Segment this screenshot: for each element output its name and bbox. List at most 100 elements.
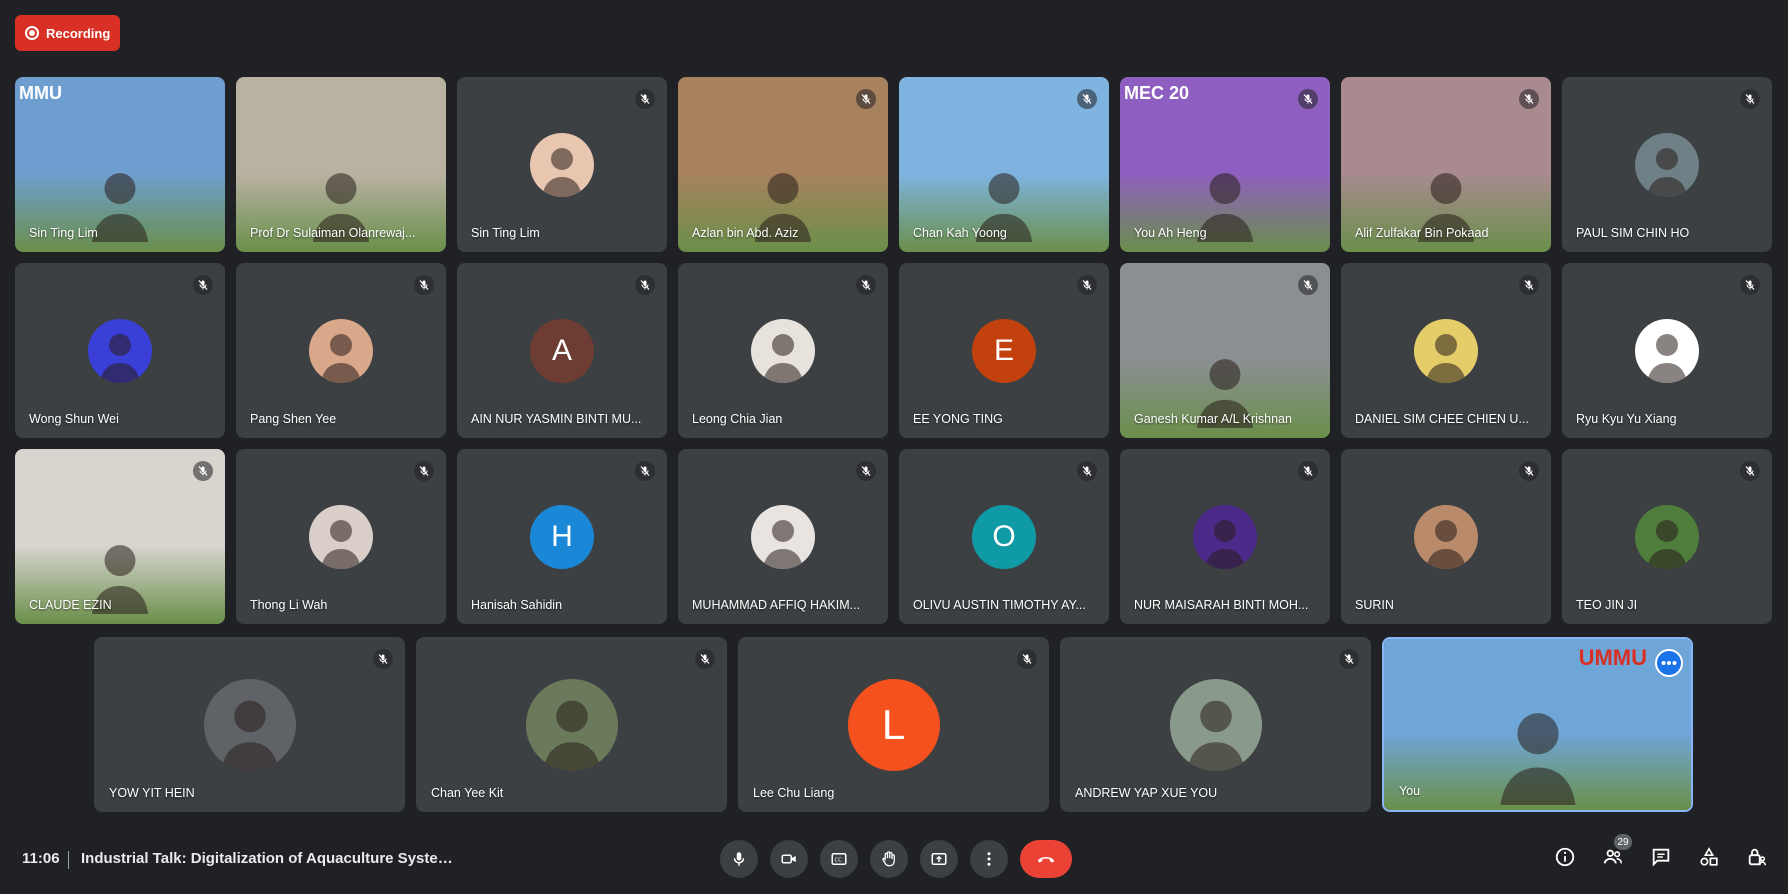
profile-photo-avatar [1414, 504, 1478, 569]
initial-avatar: A [530, 318, 594, 383]
activities-button[interactable] [1696, 844, 1722, 870]
participant-tile[interactable]: MMU Sin Ting Lim [15, 77, 225, 252]
participant-tile[interactable]: CLAUDE EZIN [15, 449, 225, 624]
mic-off-icon [856, 275, 876, 295]
participant-name: Thong Li Wah [250, 598, 328, 612]
participant-tile[interactable]: Alif Zulfakar Bin Pokaad [1341, 77, 1551, 252]
microphone-button[interactable] [720, 840, 758, 878]
participant-video: UMMU [1384, 639, 1691, 810]
participant-name: Wong Shun Wei [29, 412, 119, 426]
participant-tile[interactable]: Chan Kah Yoong [899, 77, 1109, 252]
mic-off-icon [1017, 649, 1037, 669]
participant-tile[interactable]: L Lee Chu Liang [738, 637, 1049, 812]
profile-photo-avatar [1635, 132, 1699, 197]
mic-off-icon [635, 275, 655, 295]
profile-photo-avatar [751, 504, 815, 569]
participant-tile[interactable]: MUHAMMAD AFFIQ HAKIM... [678, 449, 888, 624]
participant-tile[interactable]: E EE YONG TING [899, 263, 1109, 438]
participant-name: Prof Dr Sulaiman Olanrewaj... [250, 226, 416, 240]
leave-call-button[interactable] [1020, 840, 1072, 878]
participant-name: CLAUDE EZIN [29, 598, 112, 612]
mic-off-icon [1740, 89, 1760, 109]
participant-tile[interactable]: Prof Dr Sulaiman Olanrewaj... [236, 77, 446, 252]
people-button[interactable]: 29 [1600, 834, 1632, 870]
participant-tile[interactable]: Leong Chia Jian [678, 263, 888, 438]
mic-off-icon [414, 461, 434, 481]
participant-name: Leong Chia Jian [692, 412, 783, 426]
participant-name: You [1399, 784, 1421, 798]
camera-button[interactable] [770, 840, 808, 878]
participant-name: NUR MAISARAH BINTI MOH... [1134, 598, 1309, 612]
mic-off-icon [1740, 275, 1760, 295]
participant-tile[interactable]: H Hanisah Sahidin [457, 449, 667, 624]
initial-avatar: O [972, 504, 1036, 569]
participant-tile[interactable]: Sin Ting Lim [457, 77, 667, 252]
recording-indicator[interactable]: Recording [15, 15, 120, 51]
mic-off-icon [695, 649, 715, 669]
participant-tile[interactable]: Azlan bin Abd. Aziz [678, 77, 888, 252]
profile-photo-avatar [1193, 504, 1257, 569]
profile-photo-avatar [525, 678, 618, 771]
participant-tile[interactable]: PAUL SIM CHIN HO [1562, 77, 1772, 252]
mic-off-icon [373, 649, 393, 669]
mic-off-icon [1519, 89, 1539, 109]
participant-name: Pang Shen Yee [250, 412, 337, 426]
mic-off-icon [1519, 275, 1539, 295]
host-controls-button[interactable] [1744, 844, 1770, 870]
mic-off-icon [856, 461, 876, 481]
participant-name: DANIEL SIM CHEE CHIEN U... [1355, 412, 1529, 426]
tile-options-button[interactable] [1655, 649, 1683, 677]
mic-off-icon [1519, 461, 1539, 481]
participant-tile[interactable]: NUR MAISARAH BINTI MOH... [1120, 449, 1330, 624]
participant-tile[interactable]: A AIN NUR YASMIN BINTI MU... [457, 263, 667, 438]
self-video-tile[interactable]: UMMU You [1382, 637, 1693, 812]
participant-tile[interactable]: Ryu Kyu Yu Xiang [1562, 263, 1772, 438]
participant-name: ANDREW YAP XUE YOU [1075, 786, 1218, 800]
background-logo: MMU [19, 83, 62, 103]
participant-tile[interactable]: DANIEL SIM CHEE CHIEN U... [1341, 263, 1551, 438]
participant-name: YOW YIT HEIN [109, 786, 195, 800]
participant-tile[interactable]: SURIN [1341, 449, 1551, 624]
chat-icon [1652, 848, 1670, 867]
participant-name: Alif Zulfakar Bin Pokaad [1355, 226, 1489, 240]
present-button[interactable] [920, 840, 958, 878]
mic-off-icon [635, 89, 655, 109]
participant-name: Lee Chu Liang [753, 786, 835, 800]
mic-off-icon [1077, 89, 1097, 109]
participant-grid: MMU Sin Ting Lim Prof Dr Sulaiman Olanrewa… [15, 77, 1773, 624]
participant-tile[interactable]: ANDREW YAP XUE YOU [1060, 637, 1371, 812]
raise-hand-button[interactable] [870, 840, 908, 878]
participant-name: Sin Ting Lim [471, 226, 540, 240]
participant-tile[interactable]: Chan Yee Kit [416, 637, 727, 812]
participant-name: OLIVU AUSTIN TIMOTHY AY... [913, 598, 1086, 612]
more-vert-icon [987, 852, 991, 866]
participant-tile[interactable]: YOW YIT HEIN [94, 637, 405, 812]
initial-avatar: H [530, 504, 594, 569]
profile-photo-avatar [1169, 678, 1262, 771]
mic-off-icon [635, 461, 655, 481]
microphone-icon [733, 852, 745, 866]
profile-photo-avatar [88, 318, 152, 383]
participant-name: Ganesh Kumar A/L Krishnan [1134, 412, 1292, 426]
more-horiz-icon [1661, 661, 1677, 665]
participant-tile[interactable]: Ganesh Kumar A/L Krishnan [1120, 263, 1330, 438]
captions-button[interactable]: CC [820, 840, 858, 878]
profile-photo-avatar [751, 318, 815, 383]
participant-tile[interactable]: MEC 20 You Ah Heng [1120, 77, 1330, 252]
participant-tile[interactable]: TEO JIN JI [1562, 449, 1772, 624]
participant-tile[interactable]: O OLIVU AUSTIN TIMOTHY AY... [899, 449, 1109, 624]
participant-name: Hanisah Sahidin [471, 598, 563, 612]
meeting-title[interactable]: Industrial Talk: Digitalization of Aquac… [81, 850, 461, 867]
participant-tile[interactable]: Thong Li Wah [236, 449, 446, 624]
participant-grid-bottom-row: YOW YIT HEIN Chan Yee Kit L Lee Chu Liang AN… [94, 637, 1693, 812]
participant-tile[interactable]: Wong Shun Wei [15, 263, 225, 438]
participant-tile[interactable]: Pang Shen Yee [236, 263, 446, 438]
more-options-button[interactable] [970, 840, 1008, 878]
participant-name: SURIN [1355, 598, 1394, 612]
svg-text:CC: CC [835, 857, 843, 863]
meeting-details-button[interactable] [1552, 844, 1578, 870]
profile-photo-avatar [1414, 318, 1478, 383]
profile-photo-avatar [309, 318, 373, 383]
chat-button[interactable] [1648, 844, 1674, 870]
hand-icon [882, 851, 895, 867]
